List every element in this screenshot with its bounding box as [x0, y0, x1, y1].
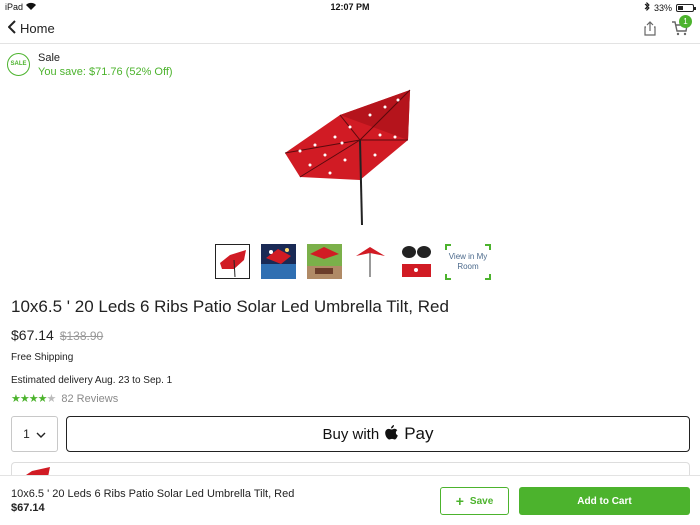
share-icon[interactable] [644, 21, 656, 41]
sale-price: $67.14 [11, 327, 54, 343]
star-icon: ★ [11, 393, 21, 405]
view-in-room-button[interactable]: View in My Room [445, 244, 491, 280]
add-to-cart-button[interactable]: Add to Cart [519, 487, 690, 515]
cart-count-badge: 1 [679, 15, 692, 28]
reviews-link[interactable]: 82 Reviews [61, 393, 118, 405]
star-icon: ★ [19, 393, 30, 405]
apple-pay-prefix: Buy with [322, 425, 380, 443]
price-row: $67.14 $138.90 [11, 327, 103, 343]
sale-savings: You save: $71.76 (52% Off) [38, 66, 173, 78]
bottom-bar-price: $67.14 [11, 502, 45, 514]
nav-bar: Home 1 [0, 14, 700, 44]
star-icon: ★ [46, 393, 57, 405]
add-to-cart-label: Add to Cart [577, 495, 632, 507]
delivery-estimate: Estimated delivery Aug. 23 to Sep. 1 [11, 375, 173, 386]
apple-pay-brand: Pay [404, 424, 434, 443]
apple-pay-button[interactable]: Buy with Pay [66, 416, 690, 452]
sale-label: Sale [38, 52, 61, 64]
product-main-image[interactable] [280, 85, 430, 230]
sale-badge: SALE [7, 53, 30, 76]
star-icon: ★ [28, 393, 39, 405]
apple-logo-icon [385, 424, 399, 444]
sale-banner: SALE Sale You save: $71.76 (52% Off) [7, 52, 173, 78]
thumbnail-4[interactable] [353, 244, 388, 279]
plus-icon: + [455, 493, 464, 509]
thumbnail-3[interactable] [307, 244, 342, 279]
quantity-value: 1 [23, 427, 30, 441]
battery-icon [676, 3, 696, 12]
thumbnail-strip: View in My Room [215, 244, 491, 280]
save-button[interactable]: + Save [440, 487, 509, 515]
rating-row: ★★★★★ 82 Reviews [11, 392, 118, 406]
back-button[interactable]: Home [7, 20, 55, 37]
bluetooth-icon [644, 1, 650, 13]
chevron-down-icon [36, 427, 46, 441]
battery-percent: 33% [653, 2, 672, 13]
thumbnail-5[interactable] [399, 244, 434, 279]
save-label: Save [469, 495, 494, 507]
star-icon: ★ [37, 393, 48, 405]
status-bar: iPad 12:07 PM 33% [0, 0, 700, 14]
product-title: 10x6.5 ' 20 Leds 6 Ribs Patio Solar Led … [11, 297, 449, 316]
bottom-action-bar: 10x6.5 ' 20 Leds 6 Ribs Patio Solar Led … [0, 475, 700, 525]
quantity-select[interactable]: 1 [11, 416, 58, 452]
shipping-info: Free Shipping [11, 352, 74, 363]
bottom-bar-title: 10x6.5 ' 20 Leds 6 Ribs Patio Solar Led … [11, 488, 295, 500]
view-in-room-label: View in My Room [448, 252, 488, 271]
clock: 12:07 PM [330, 2, 370, 12]
chevron-left-icon [7, 20, 16, 37]
cart-icon[interactable]: 1 [671, 15, 692, 41]
star-rating: ★★★★★ [11, 392, 57, 405]
back-label: Home [20, 21, 55, 36]
original-price: $138.90 [59, 329, 104, 343]
thumbnail-1[interactable] [215, 244, 250, 279]
thumbnail-2[interactable] [261, 244, 296, 279]
